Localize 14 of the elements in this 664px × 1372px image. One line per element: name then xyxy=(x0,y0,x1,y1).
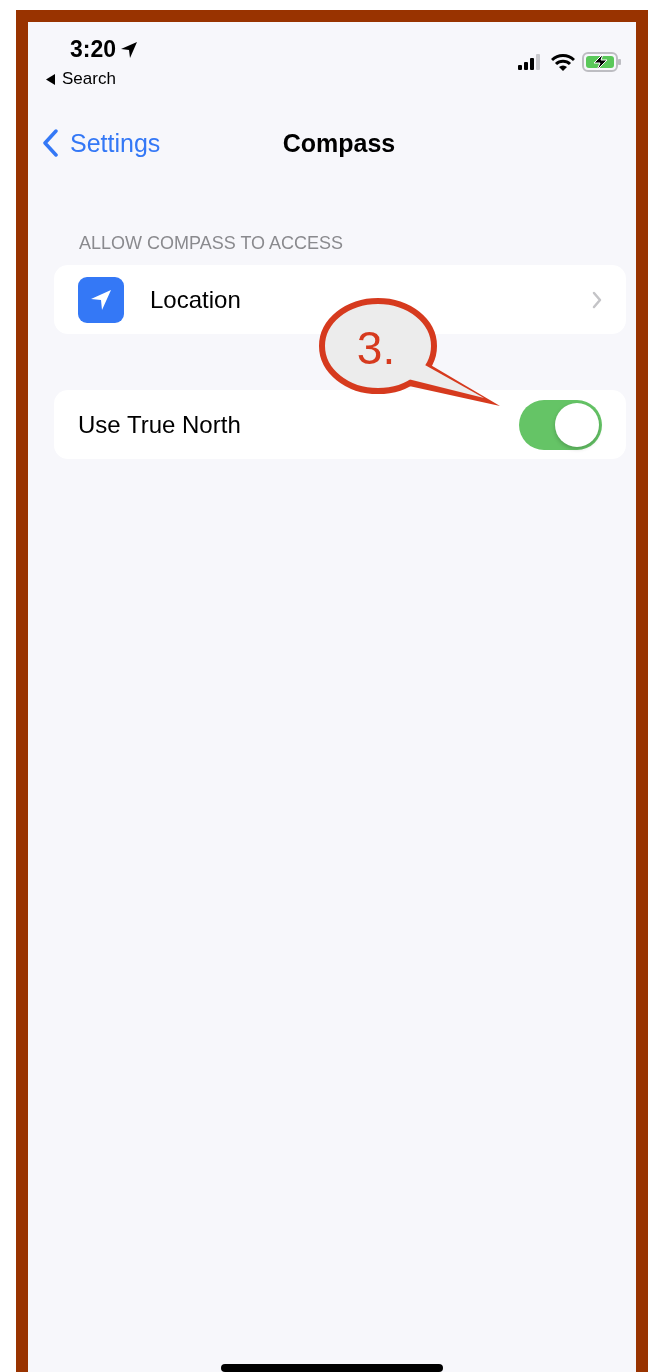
battery-charging-icon xyxy=(582,52,622,72)
page-title: Compass xyxy=(282,128,396,158)
back-button[interactable]: Settings xyxy=(42,128,161,158)
back-chevron-icon xyxy=(42,129,58,157)
wifi-icon xyxy=(551,53,575,71)
toggle-switch[interactable] xyxy=(519,399,602,450)
location-arrow-icon xyxy=(120,40,139,59)
row-label: Location xyxy=(150,285,242,314)
back-to-app-link[interactable]: Search xyxy=(46,69,139,89)
back-triangle-icon xyxy=(46,73,56,85)
chevron-icon xyxy=(592,290,602,309)
section-header: ALLOW COMPASS TO ACCESS xyxy=(78,232,345,255)
row-label: Use True North xyxy=(78,410,242,439)
status-time: 3:20 xyxy=(70,36,117,63)
